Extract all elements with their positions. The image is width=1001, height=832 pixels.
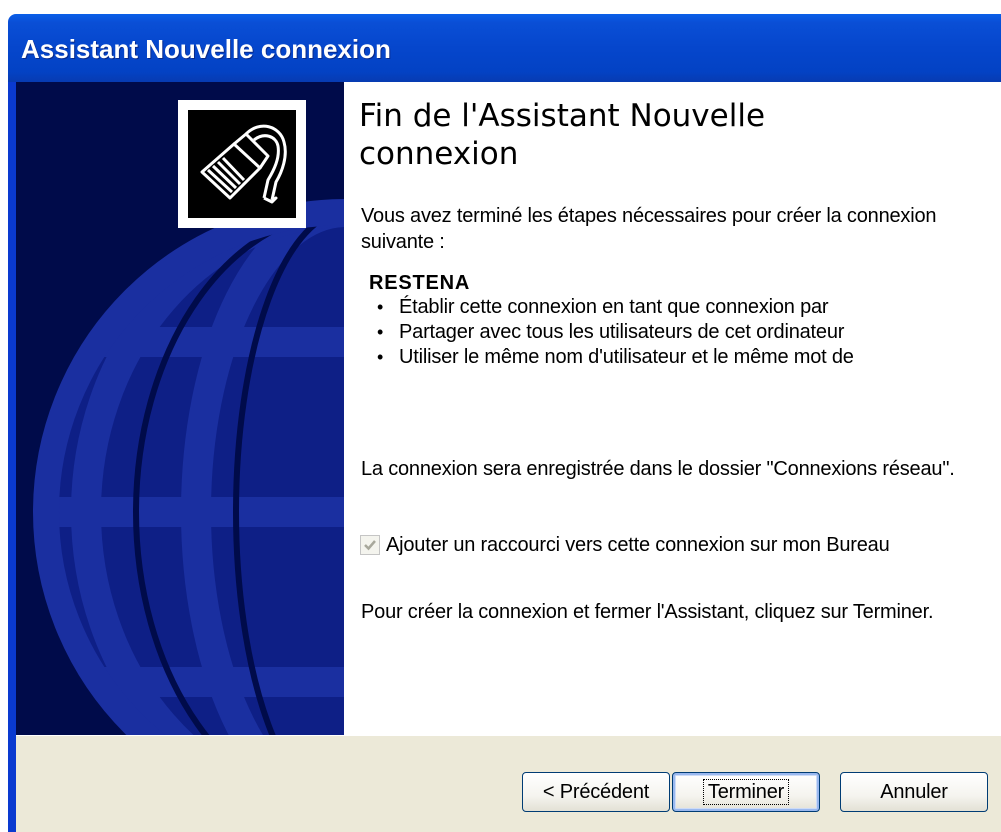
network-cable-icon — [188, 110, 296, 218]
back-button[interactable]: < Précédent — [522, 772, 670, 812]
connection-name: RESTENA — [369, 272, 471, 294]
cancel-button[interactable]: Annuler — [840, 772, 988, 812]
window-title: Assistant Nouvelle connexion — [21, 34, 391, 64]
window-frame-left — [8, 82, 16, 832]
connection-icon-frame — [178, 100, 306, 228]
folder-note: La connexion sera enregistrée dans le do… — [361, 458, 955, 480]
wizard-window: Assistant Nouvelle connexion Fin de l'As… — [0, 0, 1001, 832]
wizard-content — [344, 82, 1001, 735]
shortcut-checkbox-label[interactable]: Ajouter un raccourci vers cette connexio… — [386, 534, 890, 557]
title-bar[interactable]: Assistant Nouvelle connexion — [8, 14, 1001, 82]
connection-settings-list: • Établir cette connexion en tant que con… — [377, 295, 854, 370]
shortcut-checkbox[interactable] — [360, 535, 380, 555]
intro-text: Vous avez terminé les étapes nécessaires… — [361, 205, 937, 253]
checkmark-icon — [364, 540, 376, 551]
finish-button[interactable]: Terminer — [672, 772, 820, 812]
list-item: • Partager avec tous les utilisateurs de … — [377, 321, 845, 343]
finish-note: Pour créer la connexion et fermer l'Assi… — [361, 601, 934, 623]
shortcut-checkbox-row[interactable]: Ajouter un raccourci vers cette connexio… — [360, 532, 890, 558]
list-item: • Établir cette connexion en tant que con… — [377, 296, 829, 318]
page-title: Fin de l'Assistant Nouvelle connexion — [359, 98, 766, 172]
list-item: • Utiliser le même nom d'utilisateur et l… — [377, 346, 854, 368]
